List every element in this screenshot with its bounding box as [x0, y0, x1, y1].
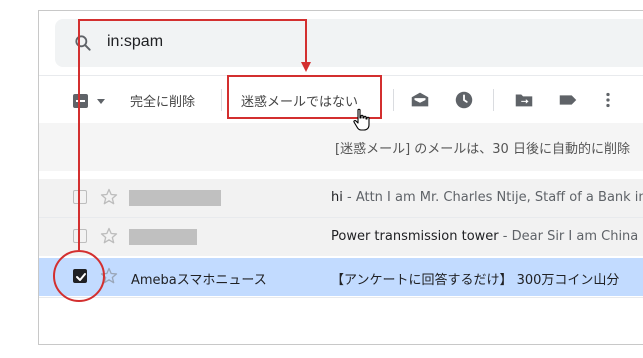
email-snippet[interactable]: hi - Attn I am Mr. Charles Ntije, Staff …: [331, 190, 643, 205]
email-snippet[interactable]: 【アンケートに回答するだけ】 300万コイン山分: [331, 269, 619, 288]
mark-as-read-icon[interactable]: [409, 89, 431, 111]
hand-pointer-icon: [353, 108, 370, 131]
dropdown-caret-icon[interactable]: [97, 99, 105, 104]
star-icon[interactable]: [99, 187, 119, 207]
toolbar-separator: [493, 89, 494, 111]
more-vert-icon[interactable]: [597, 89, 619, 111]
toolbar-separator: [393, 89, 394, 111]
row-checkbox[interactable]: [73, 229, 87, 243]
search-bar[interactable]: in:spam: [55, 19, 643, 67]
snooze-clock-icon[interactable]: [453, 89, 475, 111]
checkbox-highlight-circle: [53, 250, 105, 302]
gmail-window: in:spam 完全に削除 迷惑メールではない [迷惑メール] のメールは、30…: [38, 10, 643, 345]
row-checkbox[interactable]: [73, 190, 87, 204]
sender-redacted: [129, 190, 221, 206]
sender-redacted: [129, 229, 197, 245]
star-icon[interactable]: [99, 226, 119, 246]
table-row-selected[interactable]: Amebaスマホニュース 【アンケートに回答するだけ】 300万コイン山分: [39, 258, 643, 296]
label-icon[interactable]: [557, 89, 579, 111]
table-row[interactable]: Power transmission tower - Dear Sir I am…: [39, 218, 643, 256]
select-checkbox-icon[interactable]: [73, 94, 88, 108]
delete-forever-button[interactable]: 完全に削除: [130, 91, 195, 110]
divider: [39, 297, 643, 298]
email-sender: Amebaスマホニュース: [131, 273, 267, 288]
spam-notice-text: [迷惑メール] のメールは、30 日後に自動的に削除: [335, 142, 630, 157]
search-query[interactable]: in:spam: [107, 33, 163, 51]
move-to-icon[interactable]: [513, 89, 535, 111]
spam-notice: [迷惑メール] のメールは、30 日後に自動的に削除: [39, 123, 643, 171]
toolbar-separator: [221, 89, 222, 111]
search-icon[interactable]: [73, 33, 93, 53]
email-snippet[interactable]: Power transmission tower - Dear Sir I am…: [331, 229, 643, 244]
table-row[interactable]: hi - Attn I am Mr. Charles Ntije, Staff …: [39, 179, 643, 217]
